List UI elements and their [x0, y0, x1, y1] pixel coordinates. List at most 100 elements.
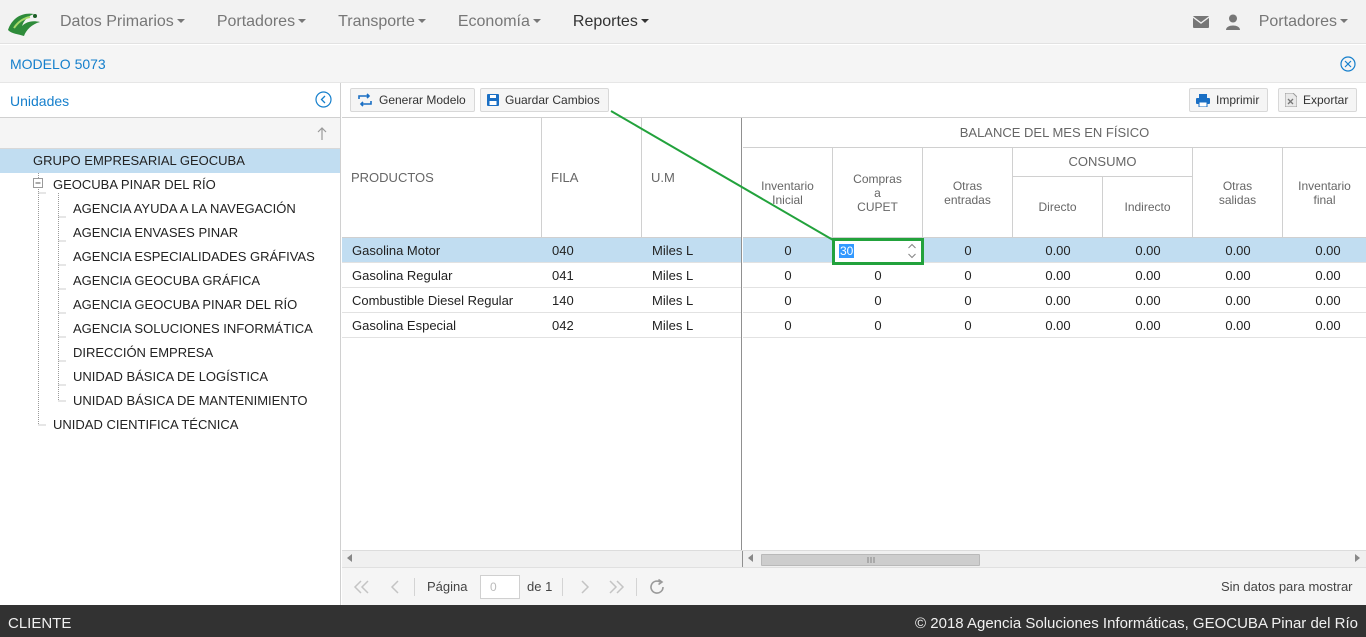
- menu-datos-primarios[interactable]: Datos Primarios: [44, 0, 201, 44]
- spinner-arrows-icon[interactable]: [907, 242, 917, 260]
- header-label: Compras a CUPET: [853, 171, 902, 214]
- menu-reportes[interactable]: Reportes: [557, 0, 665, 44]
- tree-node[interactable]: AGENCIA SOLUCIONES INFORMÁTICA: [0, 317, 340, 341]
- main-menu: Datos Primarios Portadores Transporte Ec…: [44, 0, 665, 44]
- export-button[interactable]: Exportar: [1278, 88, 1358, 112]
- sort-ascending-icon[interactable]: [316, 126, 328, 141]
- tree-node-label: AGENCIA ENVASES PINAR: [73, 225, 239, 240]
- scroll-right-arrow-icon[interactable]: [1355, 554, 1360, 562]
- editor-value[interactable]: 30: [839, 244, 855, 258]
- tree-node-label: GEOCUBA PINAR DEL RÍO: [53, 177, 216, 192]
- previous-page-icon[interactable]: [385, 577, 405, 597]
- cell-inventario-final: 0.00: [1315, 268, 1341, 283]
- save-changes-button[interactable]: Guardar Cambios: [480, 88, 609, 112]
- horizontal-scrollbar[interactable]: [342, 550, 1366, 568]
- grid-toolbar: Generar Modelo Guardar Cambios Imprimir: [342, 83, 1366, 118]
- header-label: CONSUMO: [1068, 154, 1137, 169]
- user-menu-label: Portadores: [1258, 13, 1337, 30]
- tree-node-root[interactable]: GRUPO EMPRESARIAL GEOCUBA: [0, 149, 340, 173]
- menu-transporte[interactable]: Transporte: [322, 0, 442, 44]
- table-row[interactable]: 0 0 0.00 0.00 0.00 0.00 30: [743, 238, 1366, 265]
- table-row[interactable]: Gasolina Especial 042 Miles L: [342, 313, 741, 338]
- column-header-fila[interactable]: FILA: [542, 118, 642, 238]
- table-row[interactable]: 0 0 0 0.00 0.00 0.00 0.00: [743, 288, 1366, 313]
- paging-toolbar: Página 0 de 1 Sin datos para mostrar: [342, 567, 1366, 605]
- panel-header: MODELO 5073: [0, 45, 1366, 83]
- footer-role: CLIENTE: [8, 615, 72, 632]
- cell-um: Miles L: [652, 268, 694, 283]
- user-menu[interactable]: Portadores: [1249, 0, 1366, 44]
- tree-node[interactable]: UNIDAD BÁSICA DE MANTENIMIENTO: [0, 389, 340, 413]
- column-header-otras-entradas[interactable]: Otras entradas: [923, 148, 1013, 238]
- menu-label: Economía: [457, 13, 530, 30]
- tree-node[interactable]: AGENCIA ENVASES PINAR: [0, 221, 340, 245]
- tree-column-header[interactable]: [0, 118, 340, 149]
- user-icon[interactable]: [1217, 0, 1249, 44]
- cell-producto: Combustible Diesel Regular: [352, 293, 514, 308]
- cell-indirecto: 0.00: [1135, 268, 1161, 283]
- refresh-icon[interactable]: [647, 577, 667, 597]
- column-header-inventario-inicial[interactable]: Inventario Inicial: [743, 148, 833, 238]
- group-header-balance: BALANCE DEL MES EN FÍSICO: [743, 118, 1366, 148]
- column-header-indirecto[interactable]: Indirecto: [1103, 177, 1193, 238]
- tree-node[interactable]: UNIDAD CIENTIFICA TÉCNICA: [0, 413, 340, 437]
- cell-directo: 0.00: [1045, 243, 1071, 258]
- collapse-left-icon[interactable]: [315, 91, 332, 108]
- menu-portadores[interactable]: Portadores: [201, 0, 322, 44]
- tree-node[interactable]: GEOCUBA PINAR DEL RÍO: [0, 173, 340, 197]
- page-count-label: de 1: [527, 579, 553, 594]
- page-number-input[interactable]: 0: [480, 575, 520, 599]
- column-header-compras-cupet[interactable]: Compras a CUPET: [833, 148, 923, 238]
- last-page-icon[interactable]: [606, 577, 626, 597]
- units-panel-header: Unidades: [0, 83, 340, 118]
- button-label: Generar Modelo: [379, 93, 466, 107]
- button-label: Exportar: [1303, 93, 1349, 107]
- first-page-icon[interactable]: [352, 577, 372, 597]
- column-header-productos[interactable]: PRODUCTOS: [342, 118, 542, 238]
- tree-node-label: GRUPO EMPRESARIAL GEOCUBA: [33, 153, 245, 168]
- compras-cupet-number-editor[interactable]: 30: [832, 238, 924, 265]
- pager-separator: [562, 578, 563, 596]
- tree-node-label: UNIDAD CIENTIFICA TÉCNICA: [53, 417, 239, 432]
- tree-node[interactable]: AGENCIA ESPECIALIDADES GRÁFIVAS: [0, 245, 340, 269]
- tree-node[interactable]: AGENCIA GEOCUBA PINAR DEL RÍO: [0, 293, 340, 317]
- cell-inventario-inicial: 0: [784, 293, 792, 308]
- tree-node-label: AGENCIA SOLUCIONES INFORMÁTICA: [73, 321, 313, 336]
- scroll-left-arrow-icon[interactable]: [748, 554, 753, 562]
- menu-economia[interactable]: Economía: [442, 0, 557, 44]
- cell-inventario-final: 0.00: [1315, 293, 1341, 308]
- table-row[interactable]: Gasolina Motor 040 Miles L: [342, 238, 741, 263]
- column-header-directo[interactable]: Directo: [1013, 177, 1103, 238]
- table-row[interactable]: 0 0 0 0.00 0.00 0.00 0.00: [743, 263, 1366, 288]
- cell-compras-cupet: 0: [874, 268, 882, 283]
- tree-node[interactable]: UNIDAD BÁSICA DE LOGÍSTICA: [0, 365, 340, 389]
- cell-indirecto: 0.00: [1135, 318, 1161, 333]
- table-row[interactable]: 0 0 0 0.00 0.00 0.00 0.00: [743, 313, 1366, 338]
- column-header-um[interactable]: U.M: [642, 118, 741, 238]
- grid-scroll-section: BALANCE DEL MES EN FÍSICO Inventario Ini…: [743, 118, 1366, 550]
- generate-model-button[interactable]: Generar Modelo: [350, 88, 475, 112]
- close-icon[interactable]: [1340, 56, 1356, 72]
- column-header-otras-salidas[interactable]: Otras salidas: [1193, 148, 1283, 238]
- next-page-icon[interactable]: [575, 577, 595, 597]
- envelope-icon[interactable]: [1185, 0, 1217, 44]
- cell-um: Miles L: [652, 293, 694, 308]
- grip-icon: [867, 557, 875, 563]
- scrollbar-thumb[interactable]: [761, 554, 980, 566]
- tree-node[interactable]: AGENCIA GEOCUBA GRÁFICA: [0, 269, 340, 293]
- tree-node[interactable]: DIRECCIÓN EMPRESA: [0, 341, 340, 365]
- scroll-left-arrow-icon[interactable]: [347, 554, 352, 562]
- app-logo[interactable]: [4, 4, 44, 40]
- cell-fila: 042: [552, 318, 574, 333]
- tree-node[interactable]: AGENCIA AYUDA A LA NAVEGACIÓN: [0, 197, 340, 221]
- header-label: BALANCE DEL MES EN FÍSICO: [959, 124, 1150, 140]
- header-label: Otras entradas: [944, 178, 991, 207]
- print-button[interactable]: Imprimir: [1189, 88, 1269, 112]
- column-header-inventario-final[interactable]: Inventario final: [1283, 148, 1366, 238]
- cell-indirecto: 0.00: [1135, 293, 1161, 308]
- cell-compras-cupet: 0: [874, 318, 882, 333]
- table-row[interactable]: Combustible Diesel Regular 140 Miles L: [342, 288, 741, 313]
- header-label: Directo: [1038, 200, 1077, 214]
- cell-fila: 040: [552, 243, 574, 258]
- table-row[interactable]: Gasolina Regular 041 Miles L: [342, 263, 741, 288]
